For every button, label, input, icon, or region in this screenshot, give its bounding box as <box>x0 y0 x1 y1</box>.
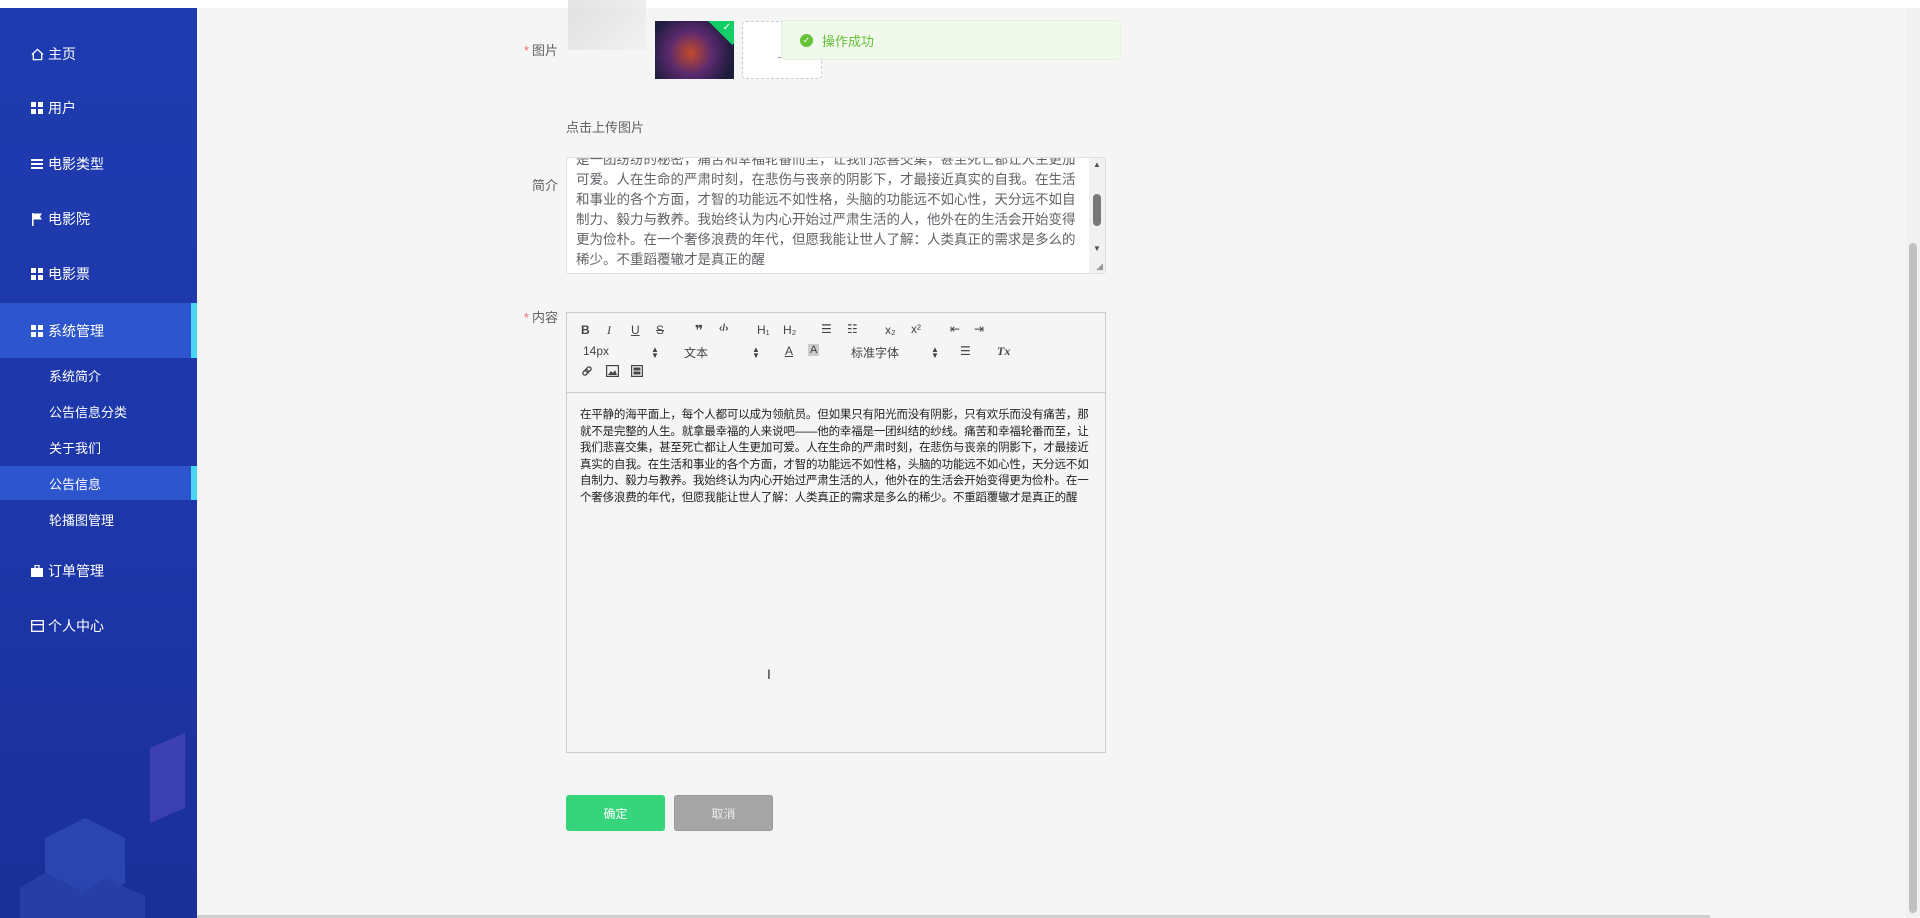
sidebar-item-system[interactable]: 系统管理 <box>0 303 197 358</box>
sidebar-item-profile[interactable]: 个人中心 <box>0 603 197 649</box>
link-icon[interactable] <box>581 365 593 380</box>
scroll-up-icon[interactable]: ▲ <box>1093 160 1101 169</box>
home-icon <box>30 47 44 61</box>
sidebar-item-label: 电影票 <box>48 266 90 282</box>
editor-content[interactable]: 在平静的海平面上，每个人都可以成为领航员。但如果只有阳光而没有阴影，只有欢乐而没… <box>580 407 1095 506</box>
card-icon <box>30 619 44 633</box>
sidebar-sub-label: 系统简介 <box>49 368 102 384</box>
picker-arrows-icon: ▲ ▼ <box>752 345 760 360</box>
sidebar-sub-label: 轮播图管理 <box>49 512 115 528</box>
page-scroll-thumb[interactable] <box>1909 243 1917 913</box>
ordered-list-button[interactable]: ☰ <box>821 322 832 336</box>
header1-button[interactable]: H₁ <box>757 323 770 337</box>
sidebar-sub-about-us[interactable]: 关于我们 <box>0 430 197 464</box>
sidebar-item-label: 个人中心 <box>48 618 104 634</box>
sidebar-item-users[interactable]: 用户 <box>0 85 197 131</box>
intro-label-text: 简介 <box>531 178 558 193</box>
bullet-list-button[interactable]: ☷ <box>847 322 858 336</box>
sidebar-item-label: 系统管理 <box>48 322 104 339</box>
sidebar-sub-label: 公告信息分类 <box>49 404 128 420</box>
check-icon: ✓ <box>722 22 731 33</box>
list-icon <box>30 157 44 171</box>
grid-icon <box>30 101 44 115</box>
blockquote-button[interactable]: ❞ <box>695 322 703 339</box>
background-color-button[interactable]: A <box>808 344 820 356</box>
header2-button[interactable]: H₂ <box>783 323 796 337</box>
toast-message: 操作成功 <box>822 33 875 49</box>
picker-arrows-icon: ▲ ▼ <box>651 345 659 360</box>
font-picker-value: 标准字体 <box>851 346 900 360</box>
scroll-thumb[interactable] <box>1093 194 1101 226</box>
sidebar-item-label: 电影类型 <box>48 156 104 172</box>
rich-text-editor: B I U S ❞ ‹/› H₁ H₂ ☰ ☷ x₂ x² ⇤ ⇥ 14px ▲… <box>566 312 1106 753</box>
page-scrollbar[interactable] <box>1906 8 1920 918</box>
image-label: * 图片 <box>478 40 558 59</box>
text-cursor-icon: I <box>767 666 771 682</box>
sidebar-item-movie-types[interactable]: 电影类型 <box>0 141 197 187</box>
briefcase-icon <box>30 564 44 578</box>
size-picker[interactable]: 14px ▲ ▼ <box>583 344 661 360</box>
sidebar-item-label: 订单管理 <box>48 563 104 579</box>
subscript-button[interactable]: x₂ <box>885 323 896 337</box>
success-check-icon: ✓ <box>800 33 813 47</box>
sidebar-sub-carousel[interactable]: 轮播图管理 <box>0 502 197 536</box>
textarea-scrollbar[interactable]: ▲ ▼ <box>1089 158 1105 273</box>
required-mark: * <box>523 310 529 325</box>
indent-button[interactable]: ⇥ <box>974 322 984 336</box>
sidebar-sub-label: 关于我们 <box>49 440 102 456</box>
sidebar-item-tickets[interactable]: 电影票 <box>0 251 197 297</box>
sidebar-item-cinemas[interactable]: 电影院 <box>0 196 197 242</box>
image-icon[interactable] <box>606 365 620 380</box>
decorative-cubes-graphic <box>20 733 185 918</box>
intro-label: 简介 <box>478 175 558 194</box>
uploaded-image-thumbnail-selected[interactable]: ✓ <box>655 21 734 79</box>
sidebar-sub-system-intro[interactable]: 系统简介 <box>0 358 197 392</box>
clean-format-button[interactable]: Tx <box>997 344 1010 359</box>
picker-arrows-icon: ▲ ▼ <box>931 345 939 360</box>
confirm-button[interactable]: 确定 <box>566 795 665 831</box>
image-label-text: 图片 <box>531 43 558 58</box>
code-block-button[interactable]: ‹/› <box>719 323 728 334</box>
required-mark: * <box>523 43 529 58</box>
italic-button[interactable]: I <box>607 323 611 338</box>
content-label: * 内容 <box>478 307 558 326</box>
sidebar-item-home[interactable]: 主页 <box>0 31 197 77</box>
sidebar-item-label: 电影院 <box>48 211 90 227</box>
resize-grip-icon[interactable]: ◢ <box>1096 261 1103 272</box>
intro-textarea[interactable]: 是一团纷纷的秘密，痛苦和幸福轮番而至，让我们悲喜交集，甚至死亡都让人生更加可爱。… <box>566 157 1106 274</box>
upload-tip: 点击上传图片 <box>566 120 645 135</box>
sidebar-sub-label: 公告信息 <box>49 476 102 492</box>
flag-icon <box>30 212 44 226</box>
outdent-button[interactable]: ⇤ <box>950 322 960 336</box>
cancel-button[interactable]: 取消 <box>674 795 773 831</box>
size-picker-value: 14px <box>583 344 610 358</box>
underline-button[interactable]: U <box>631 323 640 337</box>
intro-text: 是一团纷纷的秘密，痛苦和幸福轮番而至，让我们悲喜交集，甚至死亡都让人生更加可爱。… <box>576 157 1076 267</box>
header-picker[interactable]: 文本 ▲ ▼ <box>684 344 762 361</box>
superscript-button[interactable]: x² <box>911 322 921 336</box>
strike-button[interactable]: S <box>656 323 664 337</box>
sidebar-sub-notice-category[interactable]: 公告信息分类 <box>0 394 197 428</box>
uploaded-image-thumbnail[interactable] <box>568 0 646 50</box>
grid-icon <box>30 324 44 338</box>
content-label-text: 内容 <box>531 310 558 325</box>
video-icon[interactable] <box>631 365 644 380</box>
text-color-button[interactable]: A <box>785 344 793 358</box>
font-picker[interactable]: 标准字体 ▲ ▼ <box>851 344 941 361</box>
scroll-down-icon[interactable]: ▼ <box>1093 244 1101 253</box>
bold-button[interactable]: B <box>581 323 590 337</box>
sidebar-item-label: 用户 <box>48 100 76 116</box>
grid-icon <box>30 267 44 281</box>
header-picker-value: 文本 <box>684 346 709 360</box>
editor-toolbar: B I U S ❞ ‹/› H₁ H₂ ☰ ☷ x₂ x² ⇤ ⇥ 14px ▲… <box>567 313 1105 393</box>
align-button[interactable]: ☰ <box>960 344 971 358</box>
sidebar: 主页 用户 电影类型 电影院 电影票 系统管理 系统简介 公告信息分类 关于我们… <box>0 8 197 918</box>
success-toast: ✓ 操作成功 <box>781 20 1121 60</box>
sidebar-item-label: 主页 <box>48 46 76 62</box>
sidebar-sub-notice[interactable]: 公告信息 <box>0 466 197 500</box>
sidebar-item-orders[interactable]: 订单管理 <box>0 548 197 594</box>
